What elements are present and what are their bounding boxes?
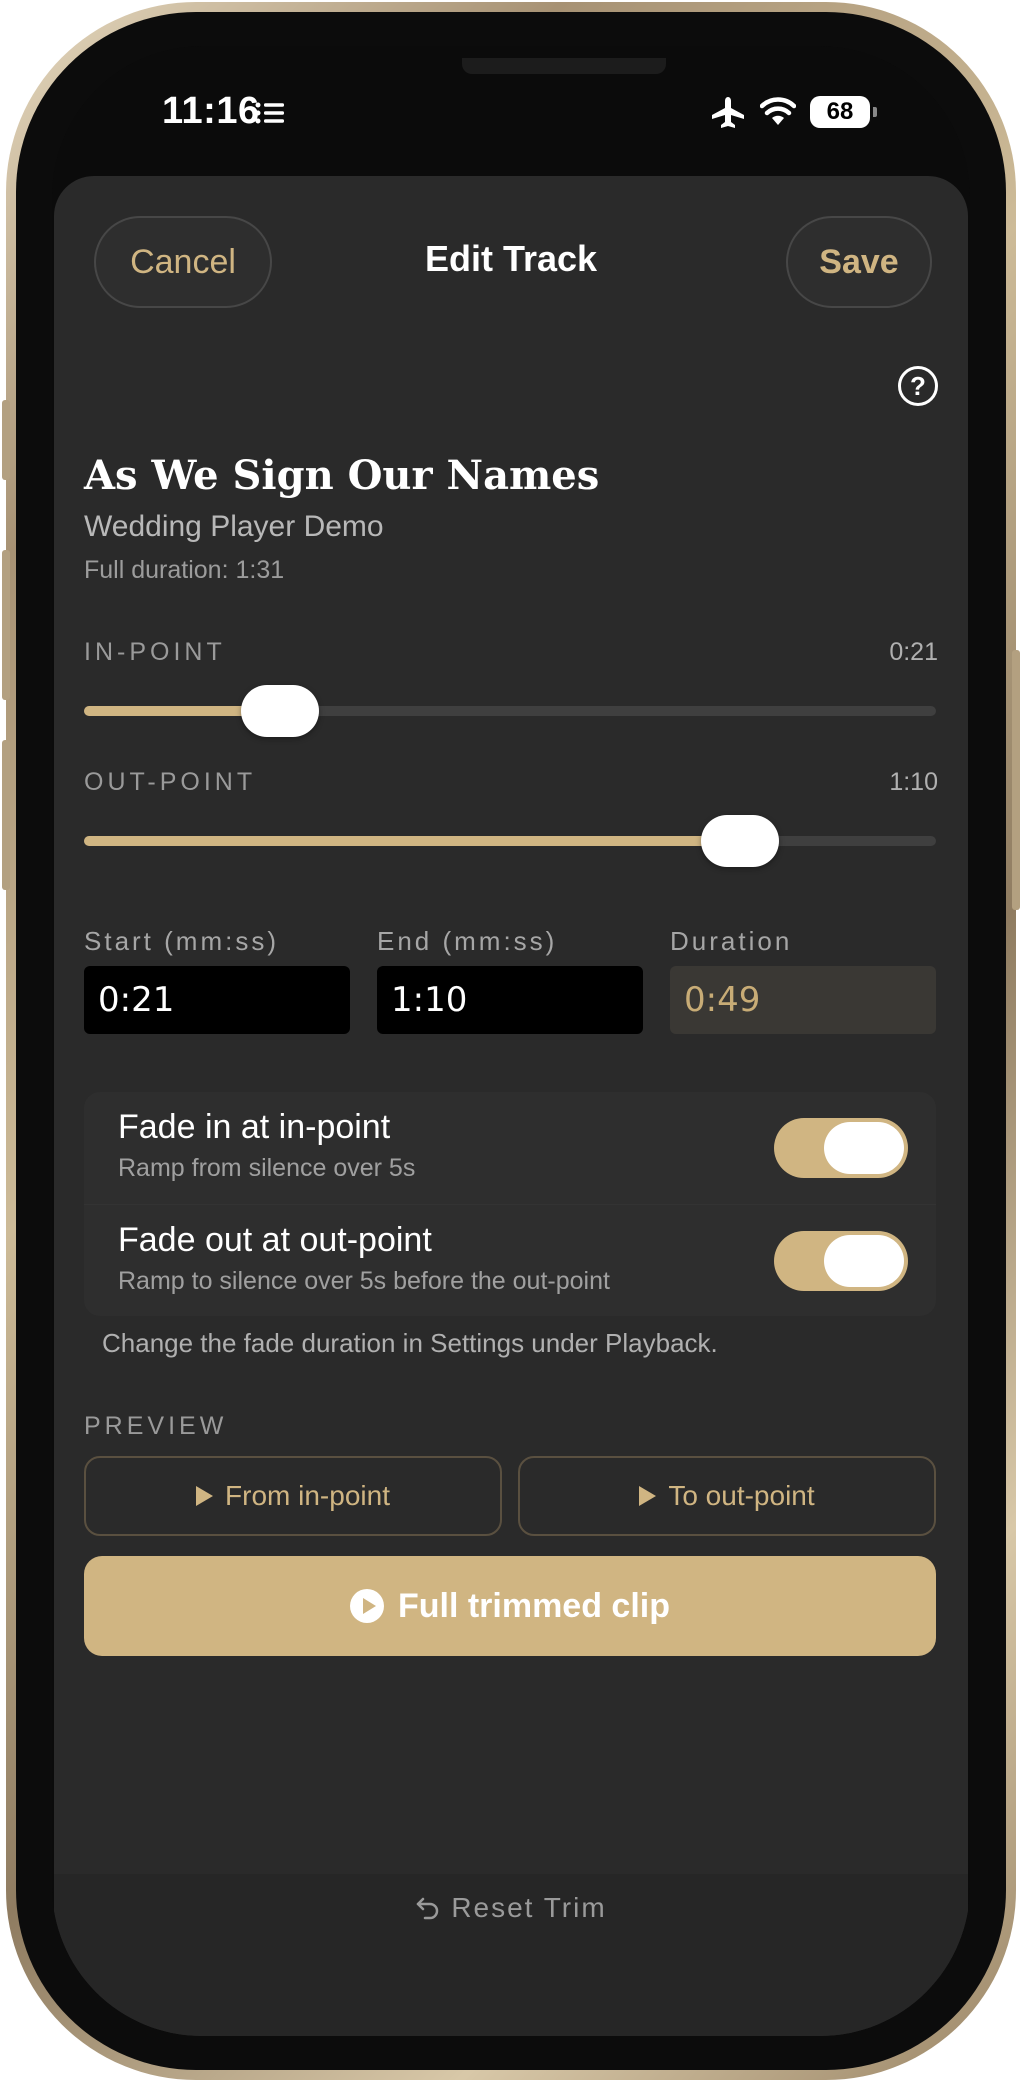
in-point-label: IN-POINT [84, 638, 226, 666]
wifi-icon [760, 97, 796, 125]
duration-readout: 0:49 [670, 966, 936, 1034]
play-icon [639, 1486, 657, 1506]
fade-in-row: Fade in at in-point Ramp from silence ov… [84, 1092, 936, 1204]
play-icon [196, 1486, 214, 1506]
start-time-input[interactable]: 0:21 [84, 966, 350, 1034]
reset-trim-label: Reset Trim [451, 1892, 607, 1923]
track-artist: Wedding Player Demo [84, 510, 384, 543]
screen: 11:16 68 Cancel Edit Track Save ? As We … [52, 46, 970, 2036]
play-full-trimmed-clip-button[interactable]: Full trimmed clip [84, 1556, 936, 1656]
preview-to-out-point-button[interactable]: To out-point [518, 1456, 936, 1536]
undo-icon [417, 1897, 439, 1920]
battery-indicator: 68 [810, 96, 877, 128]
airplane-icon [712, 97, 744, 128]
fade-settings-card: Fade in at in-point Ramp from silence ov… [84, 1092, 936, 1316]
fade-out-row: Fade out at out-point Ramp to silence ov… [84, 1204, 936, 1316]
fade-in-subtitle: Ramp from silence over 5s [118, 1154, 416, 1182]
reset-trim-button[interactable]: Reset Trim [54, 1892, 968, 1924]
fade-out-title: Fade out at out-point [118, 1221, 432, 1259]
out-point-value: 1:10 [889, 768, 938, 796]
action-button [2, 400, 10, 480]
track-full-duration: Full duration: 1:31 [84, 556, 285, 584]
volume-up-button [2, 550, 10, 700]
volume-down-button [2, 740, 10, 890]
fade-in-title: Fade in at in-point [118, 1108, 391, 1146]
edit-track-sheet: Cancel Edit Track Save ? As We Sign Our … [54, 176, 968, 2036]
start-field-label: Start (mm:ss) [84, 926, 279, 956]
fade-in-toggle[interactable] [774, 1118, 908, 1178]
fade-out-toggle[interactable] [774, 1231, 908, 1291]
out-point-slider-fill [84, 836, 741, 846]
in-point-slider[interactable] [84, 685, 936, 737]
fade-footnote: Change the fade duration in Settings und… [102, 1328, 718, 1358]
full-trimmed-clip-label: Full trimmed clip [397, 1586, 671, 1625]
preview-from-in-point-label: From in-point [225, 1480, 390, 1511]
preview-from-in-point-button[interactable]: From in-point [84, 1456, 502, 1536]
help-icon[interactable]: ? [898, 366, 938, 406]
preview-to-out-point-label: To out-point [668, 1480, 815, 1511]
speaker-notch [462, 58, 666, 74]
end-time-input[interactable]: 1:10 [377, 966, 643, 1034]
fade-in-toggle-knob [824, 1122, 904, 1174]
status-time: 11:16 [162, 90, 260, 132]
status-icons: 68 [710, 94, 877, 130]
in-point-value: 0:21 [889, 638, 938, 666]
save-button[interactable]: Save [786, 216, 932, 308]
out-point-label: OUT-POINT [84, 768, 257, 796]
fade-out-subtitle: Ramp to silence over 5s before the out-p… [118, 1267, 610, 1295]
out-point-slider[interactable] [84, 815, 936, 867]
track-title: As We Sign Our Names [84, 452, 600, 499]
end-field-label: End (mm:ss) [377, 926, 558, 956]
list-icon [255, 102, 284, 124]
side-button [1012, 650, 1020, 910]
play-circle-icon [349, 1589, 384, 1623]
preview-label: PREVIEW [84, 1412, 228, 1440]
fade-out-toggle-knob [824, 1235, 904, 1287]
out-point-slider-thumb[interactable] [701, 815, 780, 867]
duration-field-label: Duration [670, 926, 793, 956]
in-point-slider-thumb[interactable] [240, 685, 319, 737]
